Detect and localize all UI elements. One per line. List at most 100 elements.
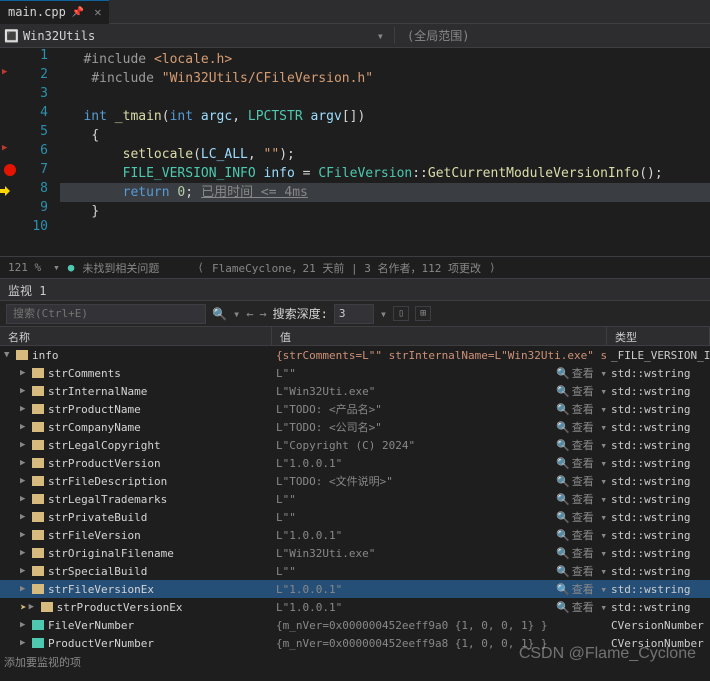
expand-icon[interactable]: ▶	[20, 368, 30, 378]
search-input[interactable]	[6, 304, 206, 324]
watch-row[interactable]: ▶strOriginalFilenameL"Win32Uti.exe"🔍查看 ▾…	[0, 544, 710, 562]
expand-icon[interactable]: ▶	[20, 620, 30, 630]
magnify-icon[interactable]: 🔍	[556, 583, 570, 596]
view-dropdown[interactable]: 查看 ▾	[572, 383, 607, 399]
magnify-icon[interactable]: 🔍	[556, 367, 570, 380]
search-icon[interactable]: 🔍	[212, 307, 227, 321]
var-value: L""	[276, 367, 296, 380]
view-dropdown[interactable]: 查看 ▾	[572, 545, 607, 561]
expand-icon[interactable]: ▶	[20, 512, 30, 522]
field-icon	[32, 638, 44, 648]
expand-icon[interactable]: ▶	[20, 530, 30, 540]
field-icon	[32, 548, 44, 558]
magnify-icon[interactable]: 🔍	[556, 565, 570, 578]
view-dropdown[interactable]: 查看 ▾	[572, 455, 607, 471]
watch-row[interactable]: ▶strProductNameL"TODO: <产品名>"🔍查看 ▾std::w…	[0, 400, 710, 418]
expand-icon[interactable]: ▶	[20, 476, 30, 486]
view-dropdown[interactable]: 查看 ▾	[572, 437, 607, 453]
watch-row[interactable]: ▶strLegalTrademarksL""🔍查看 ▾std::wstring	[0, 490, 710, 508]
code-area[interactable]: #include <locale.h> #include "Win32Utils…	[60, 48, 710, 256]
var-type: std::wstring	[607, 529, 710, 542]
watch-row[interactable]: ➤▶strProductVersionExL"1.0.0.1"🔍查看 ▾std:…	[0, 598, 710, 616]
file-tab[interactable]: main.cpp 📌 ✕	[0, 0, 109, 24]
zoom-level[interactable]: 121 %	[8, 261, 41, 274]
view-dropdown[interactable]: 查看 ▾	[572, 473, 607, 489]
watch-row[interactable]: ▶strCompanyNameL"TODO: <公司名>"🔍查看 ▾std::w…	[0, 418, 710, 436]
magnify-icon[interactable]: 🔍	[556, 457, 570, 470]
magnify-icon[interactable]: 🔍	[556, 493, 570, 506]
breakpoint-icon[interactable]	[4, 164, 16, 176]
nav-fwd-icon[interactable]: →	[259, 307, 266, 321]
var-name: strProductVersionEx	[57, 601, 183, 614]
breakpoint-gutter[interactable]: ▶▶	[0, 48, 20, 256]
scope-right[interactable]: (全局范围)	[394, 27, 469, 44]
watch-panel-title[interactable]: 监视 1	[0, 278, 710, 300]
nav-right-icon[interactable]: ⟩	[489, 261, 496, 274]
magnify-icon[interactable]: 🔍	[556, 511, 570, 524]
current-arrow-icon: ➤	[20, 601, 27, 614]
watch-row[interactable]: ▶strInternalNameL"Win32Uti.exe"🔍查看 ▾std:…	[0, 382, 710, 400]
watch-row[interactable]: ▶strProductVersionL"1.0.0.1"🔍查看 ▾std::ws…	[0, 454, 710, 472]
var-type: std::wstring	[607, 457, 710, 470]
expand-icon[interactable]: ▶	[20, 566, 30, 576]
view-dropdown[interactable]: 查看 ▾	[572, 527, 607, 543]
watch-row[interactable]: ▼info{strComments=L"" strInternalName=L"…	[0, 346, 710, 364]
nav-back-icon[interactable]: ←	[246, 307, 253, 321]
tool-btn-2[interactable]: ⊞	[415, 306, 431, 321]
code-editor[interactable]: ▶▶ 12345678910 #include <locale.h> #incl…	[0, 48, 710, 256]
view-dropdown[interactable]: 查看 ▾	[572, 563, 607, 579]
var-value: L"1.0.0.1"	[276, 601, 342, 614]
expand-icon[interactable]: ▶	[20, 638, 30, 648]
view-dropdown[interactable]: 查看 ▾	[572, 401, 607, 417]
expand-icon[interactable]: ▼	[4, 350, 14, 360]
watch-row[interactable]: ▶strFileVersionL"1.0.0.1"🔍查看 ▾std::wstri…	[0, 526, 710, 544]
issues-text[interactable]: 未找到相关问题	[82, 260, 159, 276]
magnify-icon[interactable]: 🔍	[556, 439, 570, 452]
zoom-dropdown-icon[interactable]: ▾	[53, 261, 60, 274]
line-numbers: 12345678910	[20, 48, 60, 256]
expand-icon[interactable]: ▶	[20, 584, 30, 594]
scope-module[interactable]: Win32Utils	[23, 29, 95, 43]
col-name[interactable]: 名称	[0, 327, 272, 345]
watch-row[interactable]: ▶strSpecialBuildL""🔍查看 ▾std::wstring	[0, 562, 710, 580]
tool-btn-1[interactable]: ▯	[393, 306, 409, 321]
watch-row[interactable]: ▶strFileDescriptionL"TODO: <文件说明>"🔍查看 ▾s…	[0, 472, 710, 490]
watch-row[interactable]: ▶strCommentsL""🔍查看 ▾std::wstring	[0, 364, 710, 382]
col-type[interactable]: 类型	[607, 327, 710, 345]
expand-icon[interactable]: ▶	[20, 386, 30, 396]
view-dropdown[interactable]: 查看 ▾	[572, 599, 607, 615]
view-dropdown[interactable]: 查看 ▾	[572, 365, 607, 381]
expand-icon[interactable]: ▶	[29, 602, 39, 612]
nav-left-icon[interactable]: ⟨	[197, 261, 204, 274]
magnify-icon[interactable]: 🔍	[556, 421, 570, 434]
view-dropdown[interactable]: 查看 ▾	[572, 491, 607, 507]
pin-icon[interactable]: 📌	[72, 7, 84, 18]
expand-icon[interactable]: ▶	[20, 548, 30, 558]
magnify-icon[interactable]: 🔍	[556, 601, 570, 614]
view-dropdown[interactable]: 查看 ▾	[572, 581, 607, 597]
magnify-icon[interactable]: 🔍	[556, 475, 570, 488]
watch-row[interactable]: ▶strFileVersionExL"1.0.0.1"🔍查看 ▾std::wst…	[0, 580, 710, 598]
magnify-icon[interactable]: 🔍	[556, 547, 570, 560]
expand-icon[interactable]: ▶	[20, 440, 30, 450]
view-dropdown[interactable]: 查看 ▾	[572, 509, 607, 525]
codelens-timing[interactable]: 已用时间 <= 4ms	[201, 185, 308, 200]
var-value: L"1.0.0.1"	[276, 457, 342, 470]
col-value[interactable]: 值	[272, 327, 607, 345]
expand-icon[interactable]: ▶	[20, 422, 30, 432]
var-type: std::wstring	[607, 565, 710, 578]
expand-icon[interactable]: ▶	[20, 458, 30, 468]
watch-grid[interactable]: ▼info{strComments=L"" strInternalName=L"…	[0, 346, 710, 652]
close-icon[interactable]: ✕	[94, 5, 101, 19]
watch-row[interactable]: ▶FileVerNumber{m_nVer=0x000000452eeff9a0…	[0, 616, 710, 634]
expand-icon[interactable]: ▶	[20, 404, 30, 414]
watch-row[interactable]: ▶strPrivateBuildL""🔍查看 ▾std::wstring	[0, 508, 710, 526]
watch-row[interactable]: ▶strLegalCopyrightL"Copyright (C) 2024"🔍…	[0, 436, 710, 454]
view-dropdown[interactable]: 查看 ▾	[572, 419, 607, 435]
magnify-icon[interactable]: 🔍	[556, 385, 570, 398]
depth-input[interactable]	[334, 304, 374, 324]
magnify-icon[interactable]: 🔍	[556, 529, 570, 542]
magnify-icon[interactable]: 🔍	[556, 403, 570, 416]
expand-icon[interactable]: ▶	[20, 494, 30, 504]
dropdown-icon[interactable]: ▾	[377, 29, 384, 43]
